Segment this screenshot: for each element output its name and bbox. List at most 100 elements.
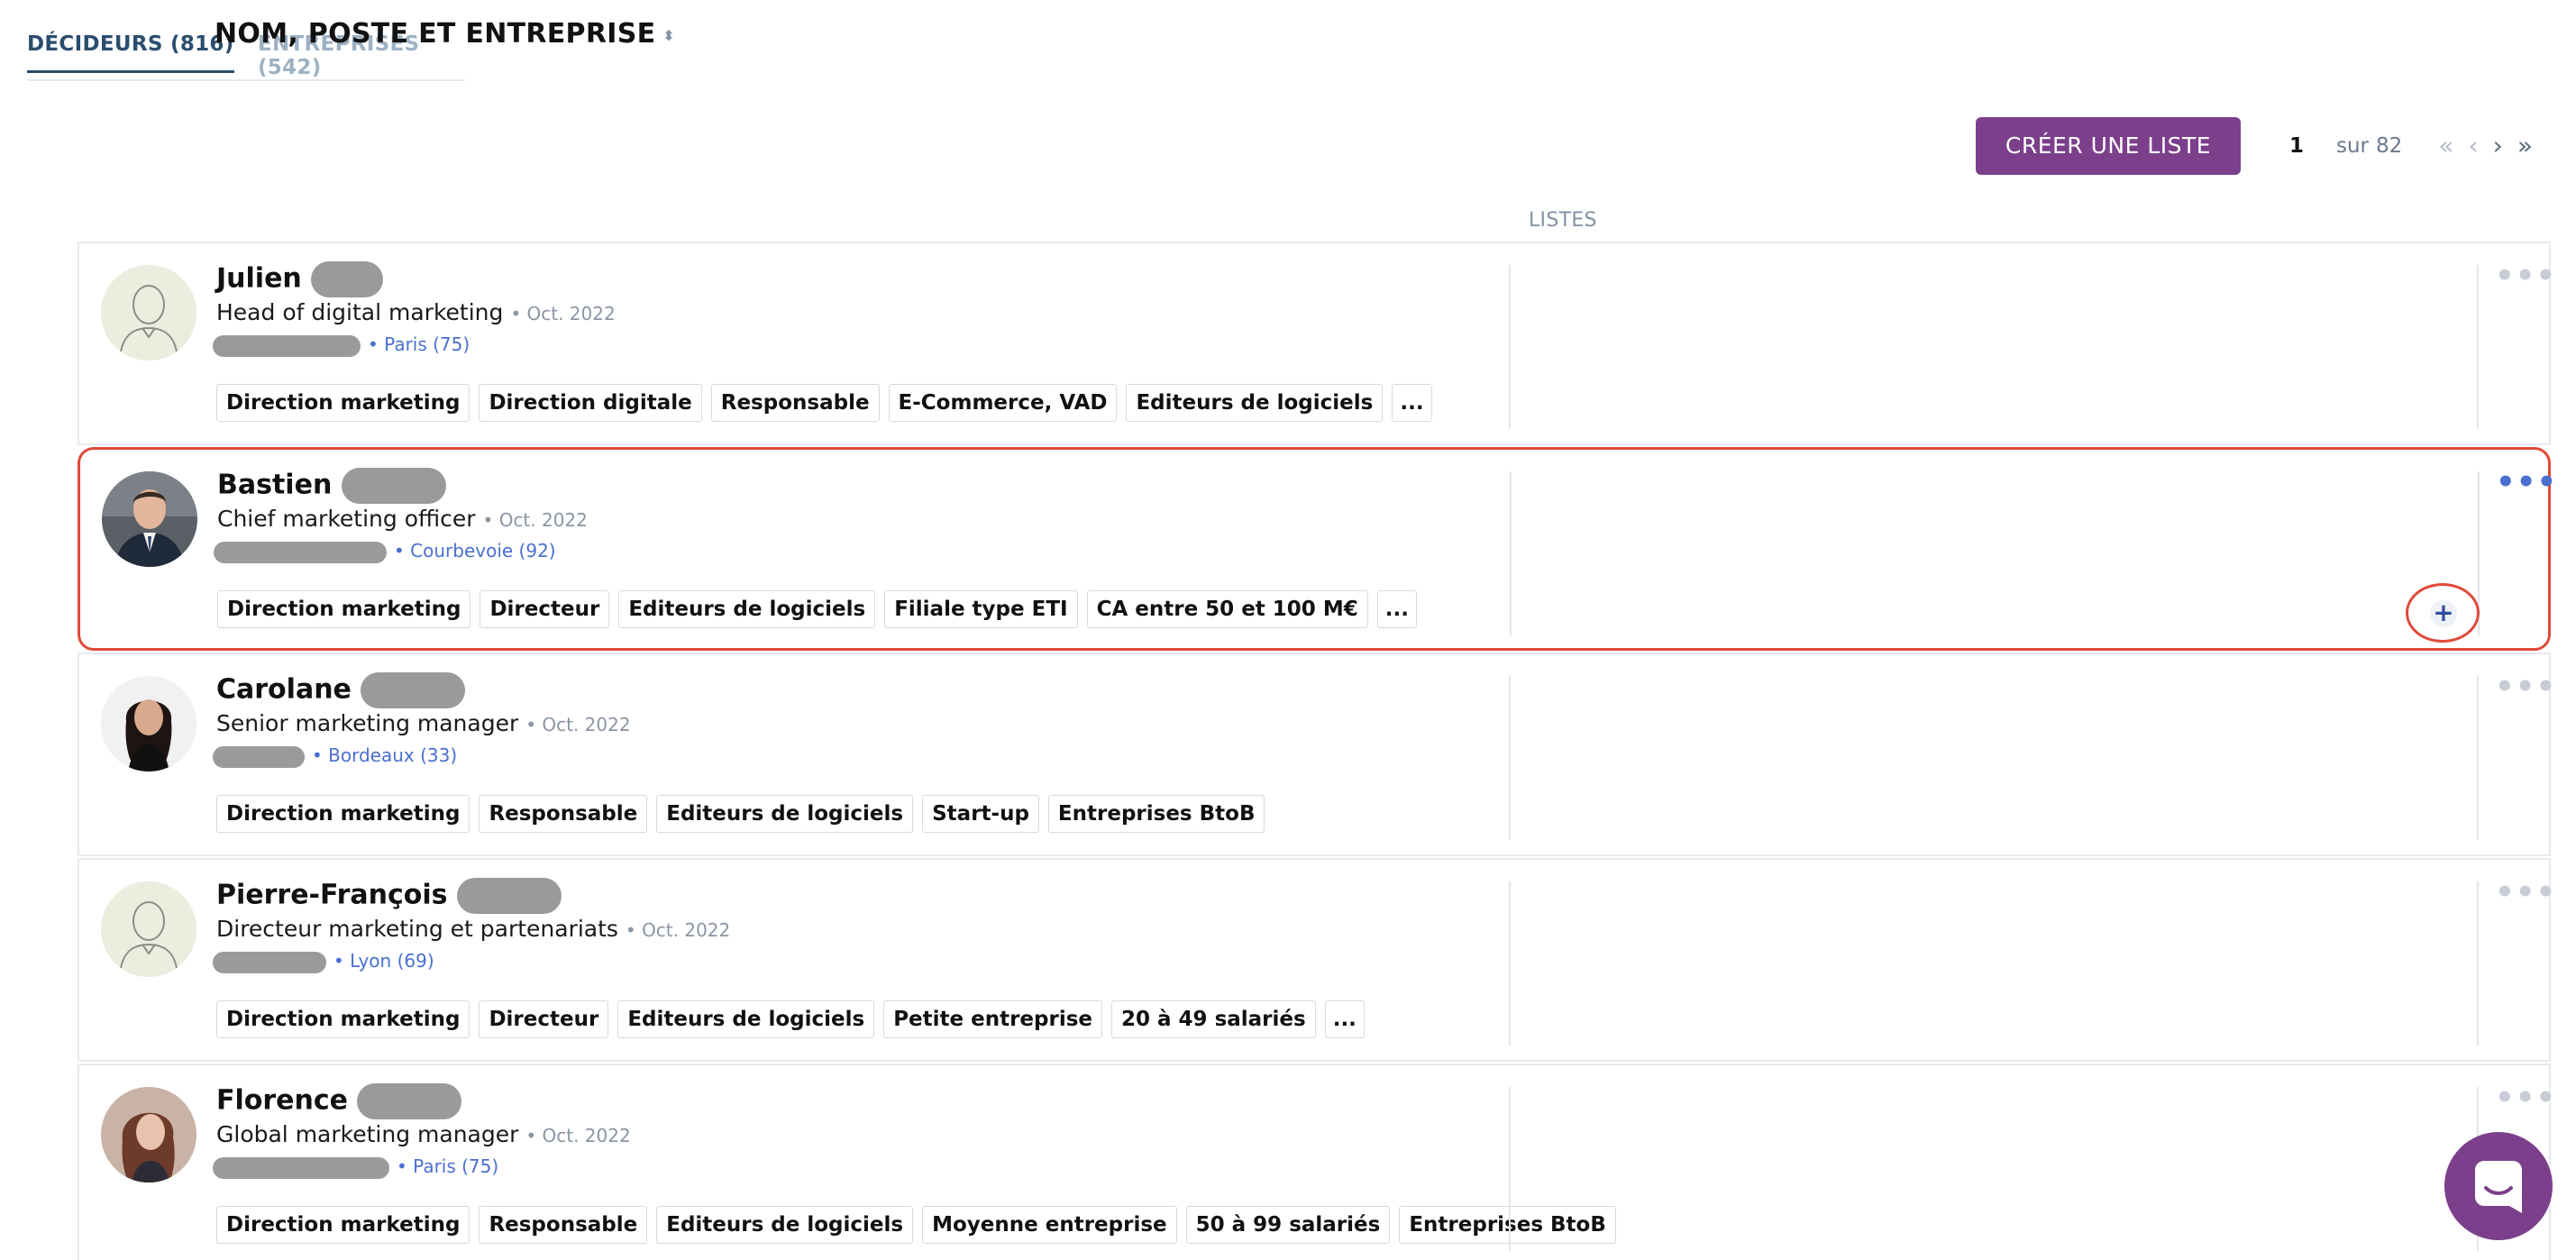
pagination: 1 sur 82 « ‹ › »: [2289, 132, 2533, 160]
avatar: [101, 1087, 196, 1182]
redacted-company: [213, 334, 361, 357]
contact-first-name: Bastien: [217, 469, 333, 501]
tag: 20 à 49 salariés: [1111, 1000, 1316, 1038]
plus-icon[interactable]: +: [2430, 600, 2457, 627]
redacted-name: [357, 1083, 462, 1119]
contact-date-value: Oct. 2022: [542, 714, 631, 735]
contact-date-value: Oct. 2022: [526, 303, 616, 324]
tag: Direction marketing: [216, 1000, 470, 1038]
tag: Direction marketing: [217, 590, 471, 628]
contact-role-label: Directeur marketing et partenariats: [216, 916, 618, 942]
contact-company[interactable]: • Paris (75): [213, 333, 470, 357]
avatar: [102, 471, 197, 567]
tag: Editeurs de logiciels: [617, 1000, 875, 1038]
next-page-icon[interactable]: ›: [2493, 133, 2503, 159]
person-photo-icon: [101, 1087, 196, 1182]
contact-date-value: Oct. 2022: [642, 919, 731, 941]
tag: Editeurs de logiciels: [656, 795, 914, 833]
prev-page-icon[interactable]: ‹: [2468, 133, 2478, 159]
contact-role: Directeur marketing et partenariats • Oc…: [216, 916, 730, 942]
column-divider: [1509, 676, 1511, 840]
contact-company[interactable]: • Bordeaux (33): [213, 744, 457, 768]
tag: Filiale type ETI: [884, 590, 1078, 628]
contact-name[interactable]: Bastien: [217, 468, 446, 504]
page-of-label: sur: [2336, 134, 2370, 158]
column-divider: [1509, 1087, 1511, 1251]
contact-location: Bordeaux (33): [328, 744, 458, 766]
contact-location: Paris (75): [413, 1155, 499, 1177]
tag-list: Direction marketing Responsable Editeurs…: [216, 795, 1265, 833]
contact-first-name: Julien: [216, 262, 302, 295]
contact-role-label: Head of digital marketing: [216, 299, 504, 325]
chat-launcher-button[interactable]: [2444, 1132, 2553, 1240]
table-row-selected[interactable]: Bastien Chief marketing officer • Oct. 2…: [78, 447, 2556, 651]
table-row[interactable]: Florence Global marketing manager • Oct.…: [78, 1064, 2555, 1260]
column-divider: [2477, 881, 2479, 1045]
more-dots-icon[interactable]: •••: [2496, 464, 2557, 500]
more-dots-icon[interactable]: •••: [2495, 258, 2556, 294]
tag: Directeur: [479, 1000, 609, 1038]
tag: Responsable: [479, 795, 648, 833]
table-row[interactable]: Carolane Senior marketing manager • Oct.…: [78, 653, 2555, 856]
tag-list: Direction marketing Direction digitale R…: [216, 384, 1432, 422]
contact-date-value: Oct. 2022: [542, 1125, 631, 1146]
avatar: [101, 676, 196, 772]
contact-first-name: Carolane: [216, 673, 352, 706]
column-divider: [1509, 265, 1511, 429]
contact-first-name: Florence: [216, 1084, 349, 1117]
column-divider: [1509, 881, 1511, 1045]
contact-location: Courbevoie (92): [410, 540, 556, 562]
contact-role: Chief marketing officer • Oct. 2022: [217, 506, 588, 532]
first-page-icon[interactable]: «: [2438, 133, 2453, 159]
contact-date-value: Oct. 2022: [498, 509, 588, 531]
table-row[interactable]: Pierre-François Directeur marketing et p…: [78, 858, 2555, 1062]
column-header-name[interactable]: NOM, POSTE ET ENTREPRISE ⬍: [215, 18, 675, 50]
more-dots-icon[interactable]: •••: [2495, 669, 2556, 705]
person-photo-icon: [102, 471, 197, 567]
redacted-company: [213, 745, 305, 768]
sort-icon[interactable]: ⬍: [662, 27, 675, 44]
redacted-name: [341, 468, 446, 504]
contact-role-label: Global marketing manager: [216, 1121, 519, 1147]
more-dots-icon[interactable]: •••: [2495, 1080, 2556, 1116]
contact-first-name: Pierre-François: [216, 879, 448, 911]
tab-decideurs[interactable]: DÉCIDEURS (816): [27, 32, 234, 73]
contact-name[interactable]: Carolane: [216, 672, 466, 708]
contact-name[interactable]: Florence: [216, 1083, 462, 1119]
contact-name[interactable]: Julien: [216, 261, 384, 297]
column-header-name-label: NOM, POSTE ET ENTREPRISE: [215, 18, 656, 50]
table-row[interactable]: Julien Head of digital marketing • Oct. …: [78, 242, 2555, 445]
contact-company[interactable]: • Paris (75): [213, 1155, 498, 1179]
more-tags-button[interactable]: ...: [1324, 1000, 1365, 1038]
contact-role: Global marketing manager • Oct. 2022: [216, 1121, 631, 1147]
contact-name[interactable]: Pierre-François: [216, 878, 562, 914]
last-page-icon[interactable]: »: [2517, 133, 2533, 159]
tag-list: Direction marketing Responsable Editeurs…: [216, 1206, 1616, 1244]
contact-date: • Oct. 2022: [510, 303, 616, 324]
contact-company[interactable]: • Courbevoie (92): [214, 540, 556, 563]
contact-role-label: Senior marketing manager: [216, 710, 519, 736]
more-tags-button[interactable]: ...: [1392, 384, 1432, 422]
tag-list: Direction marketing Directeur Editeurs d…: [216, 1000, 1365, 1038]
user-silhouette-icon: [101, 265, 196, 361]
tag: 50 à 99 salariés: [1185, 1206, 1391, 1244]
contact-date: • Oct. 2022: [525, 714, 631, 735]
tag: Responsable: [479, 1206, 648, 1244]
tag: Direction marketing: [216, 384, 470, 422]
page-current[interactable]: 1: [2289, 134, 2336, 158]
avatar-placeholder: [101, 881, 196, 977]
chat-icon: [2475, 1161, 2522, 1213]
tag: Direction marketing: [216, 795, 470, 833]
create-list-button[interactable]: CRÉER UNE LISTE: [1976, 117, 2241, 175]
more-tags-button[interactable]: ...: [1376, 590, 1417, 628]
contact-location: Lyon (69): [350, 950, 434, 972]
tag-list: Direction marketing Directeur Editeurs d…: [217, 590, 1417, 628]
page-total: 82: [2376, 134, 2403, 158]
more-dots-icon[interactable]: •••: [2495, 874, 2556, 910]
contact-company[interactable]: • Lyon (69): [213, 950, 434, 973]
person-photo-icon: [101, 676, 196, 772]
redacted-company: [214, 541, 387, 563]
redacted-name: [456, 878, 562, 914]
avatar-placeholder: [101, 265, 196, 361]
redacted-company: [213, 951, 326, 973]
